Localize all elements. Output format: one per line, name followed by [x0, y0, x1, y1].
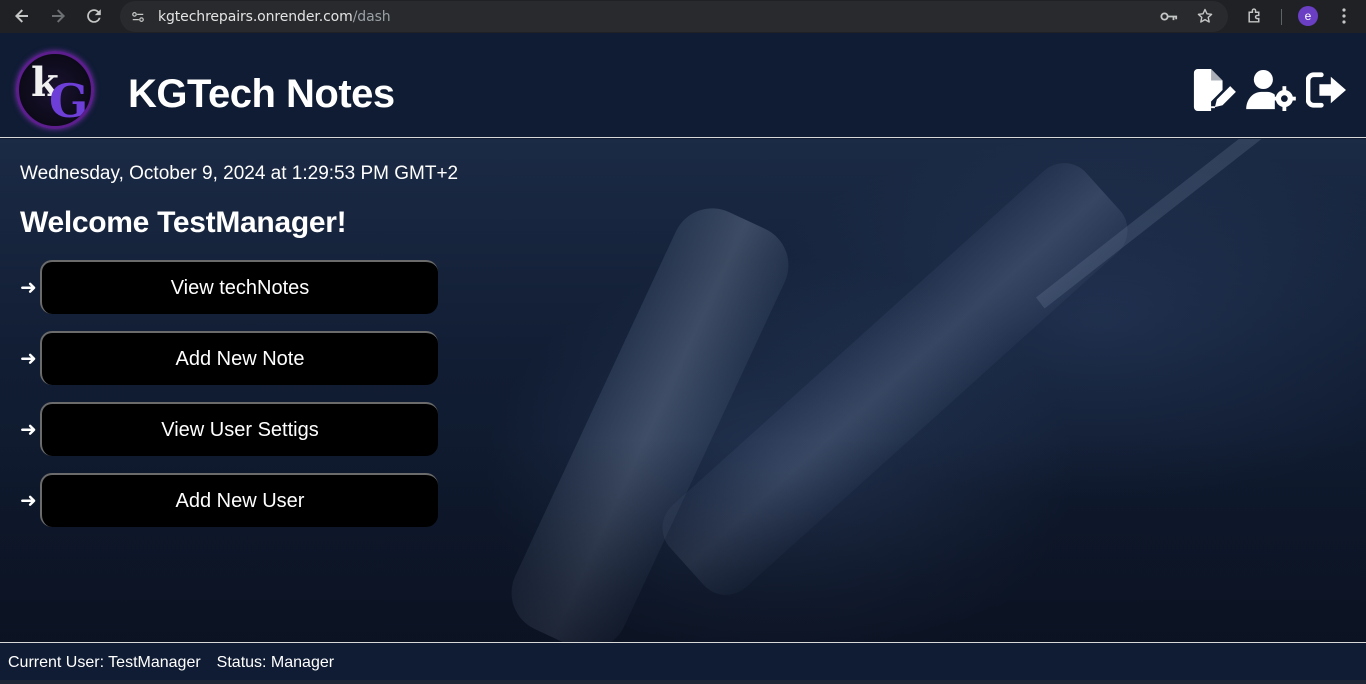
forward-arrow-icon[interactable]: [46, 4, 70, 28]
app-header: k G KGTech Notes: [0, 40, 1366, 138]
toolbar-separator: [1281, 9, 1282, 25]
url-host: kgtechrepairs.onrender.com: [158, 8, 353, 25]
view-technotes-link[interactable]: View techNotes: [40, 260, 438, 314]
address-bar[interactable]: kgtechrepairs.onrender.com/dash: [120, 1, 1228, 32]
bookmark-star-icon[interactable]: [1194, 5, 1216, 27]
arrow-right-icon: ➜: [20, 489, 37, 512]
current-user-text: Current User: TestManager: [8, 654, 201, 671]
new-note-icon[interactable]: [1190, 68, 1236, 112]
back-arrow-icon[interactable]: [10, 4, 34, 28]
app-footer: Current User: TestManager Status: Manage…: [0, 642, 1366, 684]
dashboard-main: Wednesday, October 9, 2024 at 1:29:53 PM…: [0, 139, 1366, 642]
header-actions: [1190, 68, 1348, 112]
arrow-right-icon: ➜: [20, 276, 37, 299]
background-image-shade: [0, 439, 1366, 642]
arrow-right-icon: ➜: [20, 347, 37, 370]
dash-link-row: ➜ View User Settigs: [20, 402, 438, 456]
extensions-puzzle-icon[interactable]: [1243, 5, 1265, 27]
dash-link-row: ➜ View techNotes: [20, 260, 438, 314]
view-user-settings-link[interactable]: View User Settigs: [40, 402, 438, 456]
url-text: kgtechrepairs.onrender.com/dash: [158, 9, 391, 25]
add-new-note-link[interactable]: Add New Note: [40, 331, 438, 385]
reload-icon[interactable]: [82, 4, 106, 28]
dash-link-row: ➜ Add New Note: [20, 331, 438, 385]
current-datetime: Wednesday, October 9, 2024 at 1:29:53 PM…: [20, 163, 459, 184]
key-icon[interactable]: [1158, 5, 1180, 27]
logo-letter-g: G: [49, 74, 89, 128]
site-info-icon[interactable]: [127, 6, 149, 28]
kgtech-logo[interactable]: k G: [16, 51, 94, 129]
arrow-right-icon: ➜: [20, 418, 37, 441]
status-text: Status: Manager: [216, 654, 335, 671]
url-path: /dash: [352, 8, 391, 25]
profile-avatar[interactable]: e: [1298, 6, 1318, 26]
add-new-user-link[interactable]: Add New User: [40, 473, 438, 527]
kebab-menu-icon[interactable]: [1334, 5, 1354, 27]
user-settings-icon[interactable]: [1246, 68, 1296, 112]
welcome-heading: Welcome TestManager!: [20, 206, 347, 239]
logout-icon[interactable]: [1306, 68, 1348, 112]
bottom-edge: [0, 680, 1366, 684]
browser-toolbar: kgtechrepairs.onrender.com/dash e: [0, 0, 1366, 33]
dash-link-row: ➜ Add New User: [20, 473, 438, 527]
app-title[interactable]: KGTech Notes: [128, 72, 395, 117]
